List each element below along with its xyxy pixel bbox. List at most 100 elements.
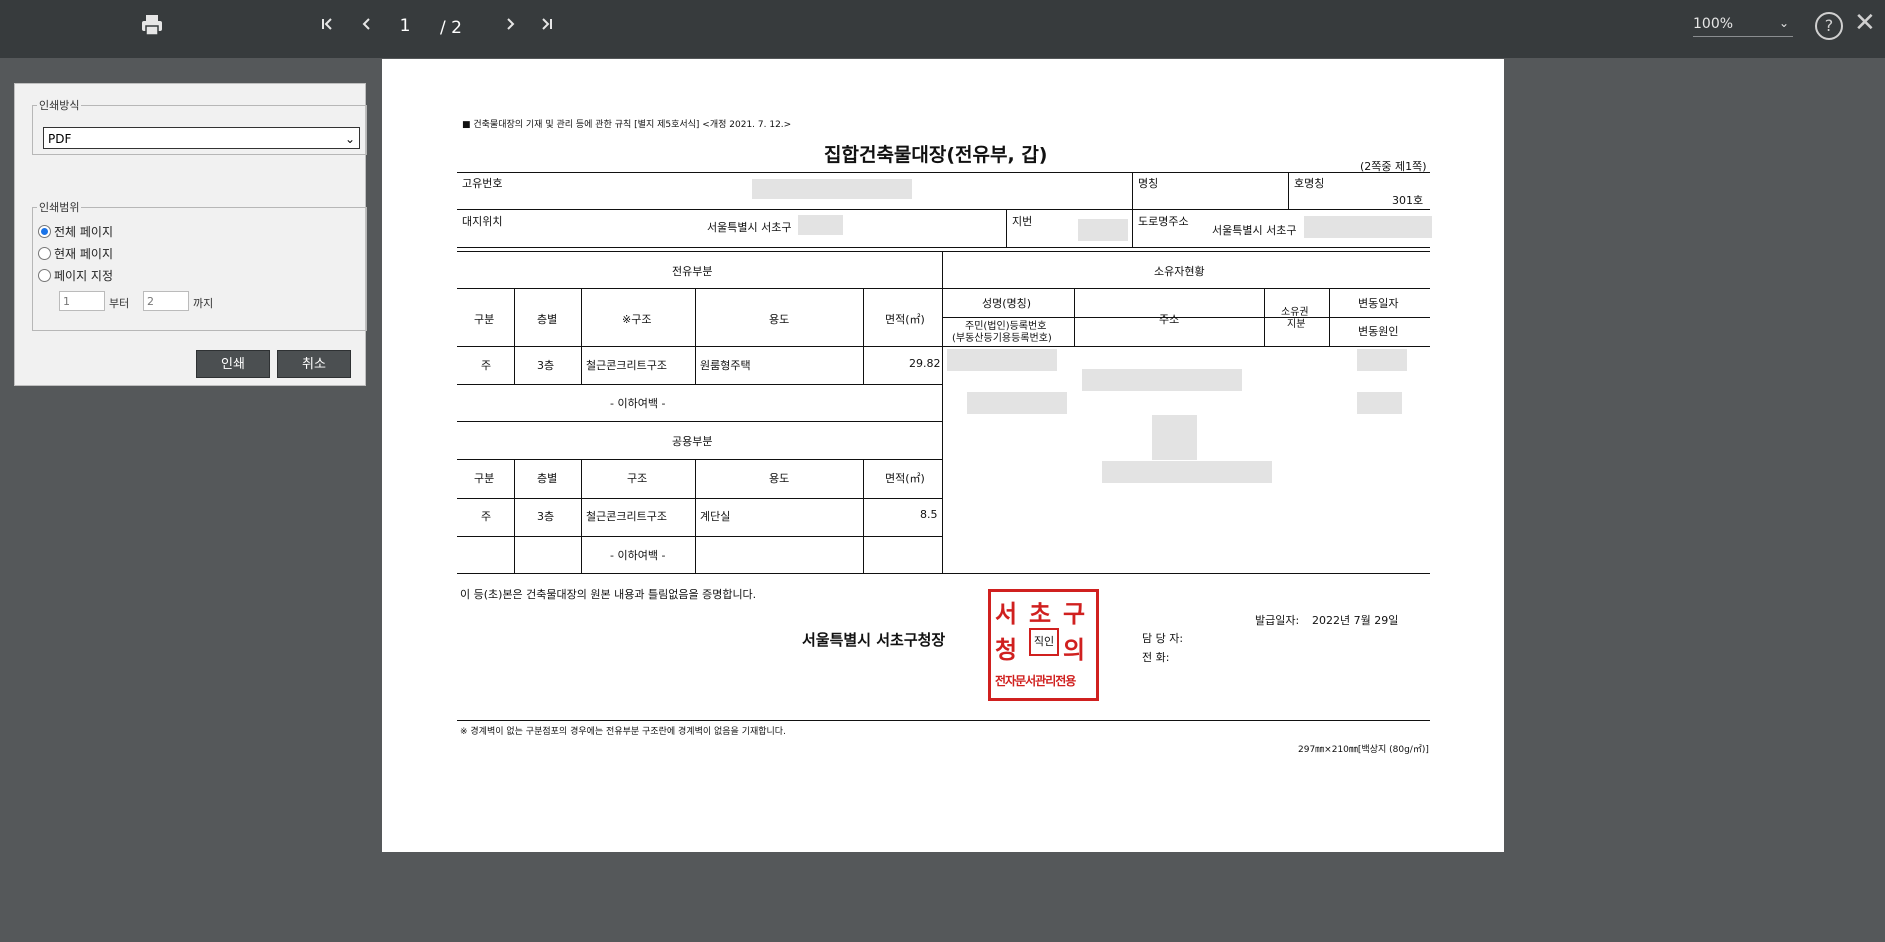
next-page-icon[interactable] bbox=[503, 16, 517, 36]
total-pages: / 2 bbox=[440, 18, 462, 38]
col-structure: 구조 bbox=[627, 472, 648, 485]
common-area: 8.5 bbox=[920, 508, 938, 521]
print-range-group: 인쇄범위 전체 페이지 현재 페이지 페이지 지정 1 부터 2 까지 bbox=[32, 199, 367, 331]
prev-page-icon[interactable] bbox=[360, 16, 374, 36]
common-floor: 3층 bbox=[537, 510, 555, 523]
close-icon[interactable]: ✕ bbox=[1854, 8, 1876, 38]
contact-person-label: 담 당 자: bbox=[1142, 632, 1184, 645]
document-page: ■ 건축물대장의 기재 및 관리 등에 관한 규칙 [별지 제5호서식] <개정… bbox=[382, 59, 1504, 852]
radio-label: 페이지 지정 bbox=[54, 269, 114, 283]
zoom-select[interactable]: 100% ⌄ bbox=[1693, 16, 1793, 37]
rule-line bbox=[1074, 288, 1075, 346]
owner-status-header: 소유자현황 bbox=[1154, 265, 1205, 278]
rule-line bbox=[1132, 209, 1133, 247]
rule-line bbox=[1006, 209, 1007, 247]
redacted-block bbox=[947, 349, 1057, 371]
common-division: 주 bbox=[481, 510, 492, 523]
col-use: 용도 bbox=[769, 313, 790, 326]
seal-char: 의 bbox=[1063, 635, 1086, 664]
current-page-input[interactable]: 1 bbox=[390, 16, 420, 36]
col-floor: 층별 bbox=[537, 472, 558, 485]
last-page-icon[interactable] bbox=[540, 16, 554, 36]
col-division: 구분 bbox=[474, 313, 495, 326]
rule-line bbox=[457, 288, 942, 289]
ex-floor: 3층 bbox=[537, 359, 555, 372]
first-page-icon[interactable] bbox=[320, 16, 334, 36]
redacted-block bbox=[1357, 349, 1407, 371]
col-area: 면적(㎡) bbox=[885, 313, 925, 326]
radio-button[interactable] bbox=[38, 247, 51, 260]
change-reason-col: 변동원인 bbox=[1358, 325, 1399, 338]
rule-line bbox=[457, 498, 942, 499]
col-floor: 층별 bbox=[537, 313, 558, 326]
rule-line bbox=[695, 288, 696, 384]
rule-line bbox=[457, 346, 942, 347]
rule-line bbox=[457, 421, 942, 422]
common-use: 계단실 bbox=[700, 510, 731, 523]
lot-label: 지번 bbox=[1012, 215, 1033, 228]
seal-char: 청 bbox=[995, 635, 1018, 664]
ex-use: 원룸형주택 bbox=[700, 359, 751, 372]
rule-line bbox=[1329, 288, 1330, 346]
print-method-group: 인쇄방식 PDF ⌄ bbox=[32, 97, 367, 155]
seal-bottom-text: 전자문서관리전용 bbox=[995, 674, 1076, 688]
col-structure: ※구조 bbox=[622, 313, 652, 326]
name-label: 명칭 bbox=[1138, 177, 1159, 190]
rule-line bbox=[457, 720, 1430, 721]
range-from-label: 부터 bbox=[109, 297, 130, 310]
rule-line bbox=[695, 459, 696, 573]
radio-button[interactable] bbox=[38, 269, 51, 282]
chevron-down-icon: ⌄ bbox=[344, 132, 355, 146]
regulation-text: ■ 건축물대장의 기재 및 관리 등에 관한 규칙 [별지 제5호서식] <개정… bbox=[462, 120, 792, 130]
owner-name-col: 성명(명칭) bbox=[982, 297, 1032, 310]
rule-line bbox=[457, 251, 1430, 252]
official-seal-stamp: 서 초 구 청 직인 의 전자문서관리전용 bbox=[988, 589, 1099, 701]
rule-line bbox=[457, 247, 1430, 248]
unit-name-label: 호명칭 bbox=[1294, 177, 1325, 190]
radio-all-pages[interactable]: 전체 페이지 bbox=[38, 223, 113, 240]
common-below-blank: - 이하여백 - bbox=[610, 549, 666, 562]
redacted-block bbox=[1078, 219, 1128, 241]
rule-line bbox=[514, 459, 515, 573]
rule-line bbox=[942, 346, 1430, 347]
radio-button[interactable] bbox=[38, 225, 51, 238]
rule-line bbox=[1132, 172, 1133, 209]
common-part-header: 공용부분 bbox=[672, 435, 713, 448]
print-method-select[interactable]: PDF ⌄ bbox=[43, 127, 360, 149]
seal-char: 구 bbox=[1063, 599, 1086, 628]
range-to-input[interactable]: 2 bbox=[143, 291, 189, 311]
site-value: 서울특별시 서초구 bbox=[707, 221, 792, 234]
road-value: 서울특별시 서초구 bbox=[1212, 224, 1297, 237]
redacted-block bbox=[967, 392, 1067, 414]
viewer-toolbar: 1 / 2 100% ⌄ ? ✕ bbox=[0, 0, 1885, 58]
ex-structure: 철근콘크리트구조 bbox=[586, 359, 667, 372]
issue-date-label: 발급일자: bbox=[1255, 614, 1300, 627]
cancel-button[interactable]: 취소 bbox=[277, 350, 351, 378]
seal-label: 직인 bbox=[1029, 628, 1059, 656]
rule-line bbox=[457, 459, 942, 460]
redacted-block bbox=[1357, 392, 1402, 414]
range-to-label: 까지 bbox=[193, 297, 214, 310]
redacted-block bbox=[1082, 369, 1242, 391]
rule-line bbox=[1288, 172, 1289, 209]
footnote: ※ 경계벽이 없는 구분점포의 경우에는 전유부분 구조란에 경계벽이 없음을 … bbox=[460, 727, 786, 737]
issue-date: 2022년 7월 29일 bbox=[1312, 614, 1399, 627]
rule-line bbox=[457, 384, 942, 385]
print-range-legend: 인쇄범위 bbox=[39, 201, 80, 214]
rule-line bbox=[457, 536, 942, 537]
radio-current-page[interactable]: 현재 페이지 bbox=[38, 245, 113, 262]
owner-addr-col: 주소 bbox=[1159, 313, 1180, 326]
print-method-legend: 인쇄방식 bbox=[39, 99, 80, 112]
redacted-block bbox=[752, 179, 912, 199]
rule-line bbox=[457, 209, 1430, 210]
print-icon[interactable] bbox=[140, 14, 164, 41]
range-from-input[interactable]: 1 bbox=[59, 291, 105, 311]
certify-text: 이 등(초)본은 건축물대장의 원본 내용과 틀림없음을 증명합니다. bbox=[460, 588, 757, 601]
owner-reg-col-sub: (부동산등기용등록번호) bbox=[952, 333, 1052, 344]
help-icon[interactable]: ? bbox=[1815, 12, 1843, 40]
radio-page-range[interactable]: 페이지 지정 bbox=[38, 267, 113, 284]
ex-area: 29.82 bbox=[909, 357, 941, 370]
unique-no-label: 고유번호 bbox=[462, 177, 503, 190]
print-button[interactable]: 인쇄 bbox=[196, 350, 270, 378]
seal-char: 초 bbox=[1029, 599, 1052, 628]
